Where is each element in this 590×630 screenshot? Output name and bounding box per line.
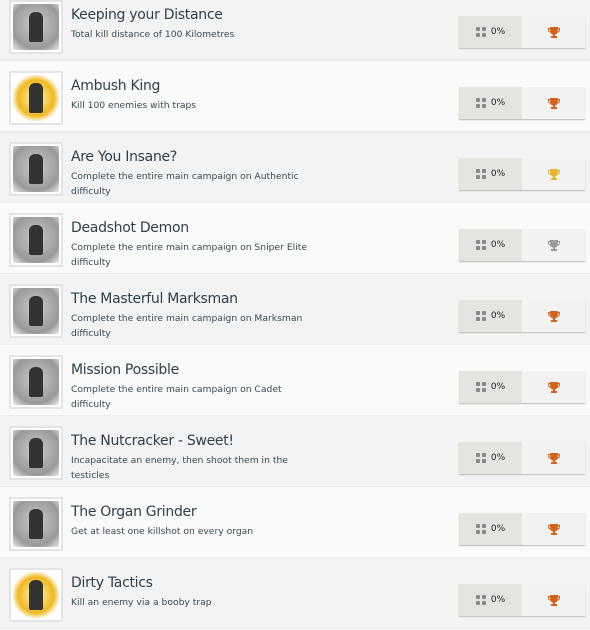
- trophy-button[interactable]: [522, 87, 585, 119]
- achievement-title: Keeping your Distance: [71, 7, 223, 23]
- achievement-row: Ambush King Kill 100 enemies with traps …: [0, 61, 590, 132]
- trophy-icon: [547, 97, 560, 109]
- progress-value: 0%: [490, 595, 506, 605]
- progress-value: 0%: [490, 311, 506, 321]
- trophy-icon: [547, 168, 560, 180]
- progress-value: 0%: [490, 453, 506, 463]
- grid-icon: [475, 240, 486, 250]
- trophy-icon: [547, 26, 560, 38]
- achievement-description: Complete the entire main campaign on Mar…: [71, 313, 303, 339]
- achievement-description: Complete the entire main campaign on Cad…: [71, 384, 282, 410]
- trophy-button[interactable]: [522, 300, 585, 332]
- 100km-icon: [9, 0, 63, 54]
- progress-button[interactable]: 0%: [459, 229, 522, 261]
- demon-icon: [9, 213, 63, 267]
- achievement-controls: 0%: [459, 229, 585, 261]
- achievement-controls: 0%: [459, 442, 585, 474]
- trophy-button[interactable]: [522, 442, 585, 474]
- grid-icon: [475, 169, 486, 179]
- trophy-button[interactable]: [522, 513, 585, 545]
- achievement-row: Are You Insane? Complete the entire main…: [0, 132, 590, 203]
- trophy-button[interactable]: [522, 229, 585, 261]
- achievement-title: Are You Insane?: [71, 149, 177, 165]
- trophy-button[interactable]: [522, 371, 585, 403]
- progress-value: 0%: [490, 27, 506, 37]
- progress-value: 0%: [490, 524, 506, 534]
- progress-value: 0%: [490, 240, 506, 250]
- achievement-controls: 0%: [459, 371, 585, 403]
- progress-button[interactable]: 0%: [459, 584, 522, 616]
- ambush-icon: [9, 71, 63, 125]
- progress-value: 0%: [490, 98, 506, 108]
- progress-button[interactable]: 0%: [459, 300, 522, 332]
- achievement-row: The Organ Grinder Get at least one kills…: [0, 487, 590, 558]
- progress-button[interactable]: 0%: [459, 513, 522, 545]
- grid-icon: [475, 595, 486, 605]
- progress-button[interactable]: 0%: [459, 371, 522, 403]
- achievement-row: The Nutcracker - Sweet! Incapacitate an …: [0, 416, 590, 487]
- achievement-title: Dirty Tactics: [71, 575, 153, 591]
- achievement-row: The Masterful Marksman Complete the enti…: [0, 274, 590, 345]
- achievement-description: Kill 100 enemies with traps: [71, 100, 197, 111]
- achievement-controls: 0%: [459, 300, 585, 332]
- achievement-controls: 0%: [459, 16, 585, 48]
- achievement-list: Keeping your Distance Total kill distanc…: [0, 0, 590, 629]
- trophy-button[interactable]: [522, 16, 585, 48]
- progress-button[interactable]: 0%: [459, 442, 522, 474]
- progress-button[interactable]: 0%: [459, 158, 522, 190]
- grid-icon: [475, 98, 486, 108]
- grid-icon: [475, 27, 486, 37]
- achievement-title: Deadshot Demon: [71, 220, 189, 236]
- trophy-icon: [547, 452, 560, 464]
- agent-icon: [9, 355, 63, 409]
- achievement-description: Get at least one killshot on every organ: [71, 526, 254, 537]
- achievement-row: Deadshot Demon Complete the entire main …: [0, 203, 590, 274]
- achievement-controls: 0%: [459, 513, 585, 545]
- soldier-icon: [9, 142, 63, 196]
- trophy-icon: [547, 310, 560, 322]
- trophy-button[interactable]: [522, 584, 585, 616]
- achievement-row: Keeping your Distance Total kill distanc…: [0, 0, 590, 61]
- achievement-controls: 0%: [459, 584, 585, 616]
- achievement-controls: 0%: [459, 87, 585, 119]
- achievement-title: The Masterful Marksman: [71, 291, 238, 307]
- grid-icon: [475, 311, 486, 321]
- explosion-icon: [9, 568, 63, 622]
- progress-button[interactable]: 0%: [459, 87, 522, 119]
- achievement-controls: 0%: [459, 158, 585, 190]
- progress-value: 0%: [490, 169, 506, 179]
- progress-button[interactable]: 0%: [459, 16, 522, 48]
- achievement-title: The Organ Grinder: [71, 504, 197, 520]
- trophy-icon: [547, 594, 560, 606]
- achievement-description: Complete the entire main campaign on Sni…: [71, 242, 307, 268]
- achievement-description: Total kill distance of 100 Kilometres: [71, 29, 235, 40]
- achievement-row: Dirty Tactics Kill an enemy via a booby …: [0, 558, 590, 629]
- achievement-description: Complete the entire main campaign on Aut…: [71, 171, 299, 197]
- achievement-title: Ambush King: [71, 78, 161, 94]
- achievement-title: Mission Possible: [71, 362, 179, 378]
- progress-value: 0%: [490, 382, 506, 392]
- grid-icon: [475, 453, 486, 463]
- trophy-icon: [547, 381, 560, 393]
- grid-icon: [475, 524, 486, 534]
- achievement-title: The Nutcracker - Sweet!: [71, 433, 234, 449]
- trophy-icon: [547, 239, 560, 251]
- marksman-icon: [9, 284, 63, 338]
- grid-icon: [475, 382, 486, 392]
- skeleton-icon: [9, 497, 63, 551]
- achievement-description: Incapacitate an enemy, then shoot them i…: [71, 455, 288, 481]
- achievement-description: Kill an enemy via a booby trap: [71, 597, 212, 608]
- trophy-button[interactable]: [522, 158, 585, 190]
- nutcracker-icon: [9, 426, 63, 480]
- achievement-row: Mission Possible Complete the entire mai…: [0, 345, 590, 416]
- trophy-icon: [547, 523, 560, 535]
